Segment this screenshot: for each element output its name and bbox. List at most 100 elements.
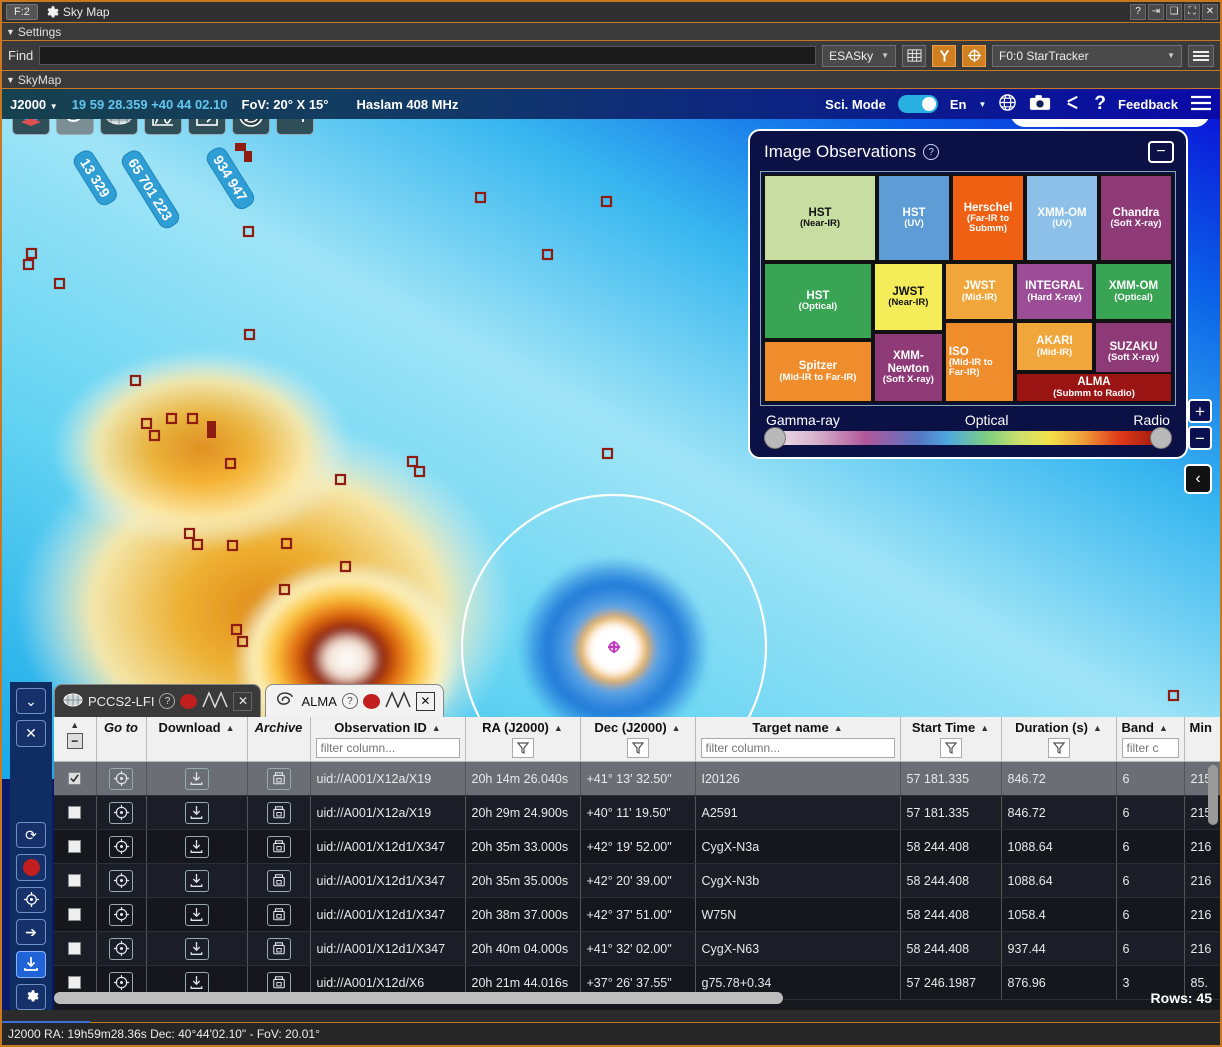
goto-button[interactable] (109, 835, 133, 858)
cell-select[interactable] (54, 931, 97, 966)
tab-pccs2-lfi[interactable]: PCCS2-LFI ? ✕ (54, 684, 262, 717)
goto-button[interactable] (109, 869, 133, 892)
mission-cell-alma[interactable]: ALMA (Submm to Radio) (1014, 372, 1173, 403)
popout-icon[interactable]: ⇥ (1148, 4, 1164, 20)
sort-asc-icon[interactable]: ▲ (672, 723, 681, 733)
results-table-container[interactable]: ▲ − Go to Download ▲ Archive Observation… (54, 717, 1220, 1010)
th-download[interactable]: Download ▲ (146, 717, 248, 762)
cell-select[interactable] (54, 829, 97, 864)
spectrum-knob-left[interactable] (764, 427, 786, 449)
cell-select[interactable] (54, 897, 97, 932)
zoom-in-button[interactable]: + (1188, 399, 1212, 423)
cell-goto[interactable] (96, 761, 147, 796)
cell-archive[interactable] (247, 897, 311, 932)
close-icon[interactable]: ✕ (1202, 4, 1218, 20)
spectrum-plot-icon[interactable] (202, 691, 229, 711)
filter-target-name[interactable] (700, 738, 895, 758)
cell-goto[interactable] (96, 897, 147, 932)
th-duration[interactable]: Duration (s) ▲ (1001, 717, 1117, 762)
row-checkbox[interactable] (68, 908, 82, 921)
table-row[interactable]: uid://A001/X12a/X19 20h 29m 24.900s +40° 1… (54, 795, 1220, 830)
tab-alma[interactable]: ALMA ? ✕ (265, 684, 444, 717)
find-input[interactable] (39, 46, 817, 65)
filter-start-time-icon[interactable] (939, 738, 962, 758)
sort-asc-icon[interactable]: ▲ (1159, 723, 1168, 733)
filter-ra-icon[interactable] (511, 738, 534, 758)
th-dec[interactable]: Dec (J2000) ▲ (580, 717, 696, 762)
download-icon[interactable] (16, 951, 46, 978)
globe-icon[interactable] (998, 93, 1017, 115)
gear-icon[interactable] (16, 983, 46, 1010)
source-color-icon[interactable] (180, 693, 198, 709)
share-arrow-icon[interactable]: ➔ (16, 919, 46, 946)
th-observation-id[interactable]: Observation ID ▲ (310, 717, 466, 762)
mission-cell-hst-optical[interactable]: HST (Optical) (763, 262, 873, 340)
cell-download[interactable] (146, 931, 248, 966)
row-checkbox[interactable] (68, 976, 82, 989)
mission-cell-hst-uv[interactable]: HST (UV) (877, 174, 952, 262)
filter-band[interactable] (1121, 738, 1179, 758)
th-select-all[interactable]: ▲ − (54, 717, 97, 762)
mission-cell-spitzer[interactable]: Spitzer (Mid-IR to Far-IR) (763, 340, 873, 403)
cell-archive[interactable] (247, 795, 311, 830)
mission-cell-akari[interactable]: AKARI (Mid-IR) (1014, 321, 1094, 372)
cell-download[interactable] (146, 863, 248, 898)
horizontal-scrollbar[interactable] (54, 992, 1127, 1004)
table-row[interactable]: uid://A001/X12a/X19 20h 14m 26.040s +41° 1… (54, 761, 1220, 796)
coordinate-frame-select[interactable]: J2000 ▼ (10, 97, 58, 112)
download-button[interactable] (184, 937, 209, 960)
share-icon[interactable] (1063, 93, 1082, 115)
zoom-out-button[interactable]: − (1188, 426, 1212, 450)
grid-icon[interactable] (902, 44, 926, 67)
goto-button[interactable] (109, 801, 133, 824)
mission-cell-herschel[interactable]: Herschel (Far-IR to Submm) (951, 174, 1026, 262)
archive-button[interactable] (266, 971, 291, 994)
skymap-section-header[interactable]: ▼ SkyMap (2, 70, 1220, 88)
sort-asc-icon[interactable]: ▲ (834, 723, 843, 733)
spectrum-knob-right[interactable] (1150, 427, 1172, 449)
mission-cell-hst-near-ir[interactable]: HST (Near-IR) (763, 174, 878, 262)
th-min[interactable]: Min (1184, 717, 1220, 762)
spectrum-bar[interactable] (764, 427, 1172, 449)
row-checkbox[interactable] (68, 772, 82, 785)
mission-cell-chandra[interactable]: Chandra (Soft X-ray) (1099, 174, 1173, 262)
download-button[interactable] (184, 767, 209, 790)
mission-cell-xmm-newton[interactable]: XMM-Newton (Soft X-ray) (872, 332, 944, 403)
help-icon[interactable]: ? (1130, 4, 1146, 20)
goto-button[interactable] (109, 971, 133, 994)
help-icon[interactable]: ? (341, 693, 358, 709)
table-row[interactable]: uid://A001/X12d1/X347 20h 38m 37.000s +42°… (54, 897, 1220, 932)
sort-asc-icon[interactable]: ▲ (554, 723, 563, 733)
settings-section-header[interactable]: ▼ Settings (2, 22, 1220, 40)
th-start-time[interactable]: Start Time ▲ (900, 717, 1002, 762)
goto-button[interactable] (109, 937, 133, 960)
red-dot-icon[interactable] (16, 854, 46, 881)
language-select[interactable]: En (950, 97, 967, 112)
sort-asc-icon[interactable]: ▲ (432, 723, 441, 733)
cell-select[interactable] (54, 795, 97, 830)
spectrum-slider[interactable]: Gamma-ray Optical Radio (760, 406, 1176, 449)
chevron-down-icon[interactable]: ⌄ (16, 688, 46, 715)
archive-button[interactable] (266, 869, 291, 892)
sort-asc-icon[interactable]: ▲ (70, 720, 79, 730)
maximize-icon[interactable]: ⛶ (1184, 4, 1200, 20)
help-icon[interactable]: ? (1094, 93, 1106, 115)
mission-cell-xmm-om-uv[interactable]: XMM-OM (UV) (1025, 174, 1099, 262)
survey-select[interactable]: ESASky ▼ (822, 44, 896, 67)
cell-goto[interactable] (96, 829, 147, 864)
row-checkbox[interactable] (68, 806, 82, 819)
cell-archive[interactable] (247, 829, 311, 864)
archive-button[interactable] (266, 937, 291, 960)
close-icon[interactable]: ✕ (415, 691, 435, 711)
download-button[interactable] (184, 835, 209, 858)
vertical-scrollbar[interactable] (1208, 765, 1218, 825)
cell-select[interactable] (54, 863, 97, 898)
filter-dec-icon[interactable] (626, 738, 649, 758)
cell-download[interactable] (146, 795, 248, 830)
download-button[interactable] (184, 971, 209, 994)
cell-goto[interactable] (96, 931, 147, 966)
archive-button[interactable] (266, 835, 291, 858)
mission-cell-xmm-om-optical[interactable]: XMM-OM (Optical) (1093, 262, 1173, 321)
target-tree-icon[interactable] (932, 44, 956, 67)
download-button[interactable] (184, 903, 209, 926)
